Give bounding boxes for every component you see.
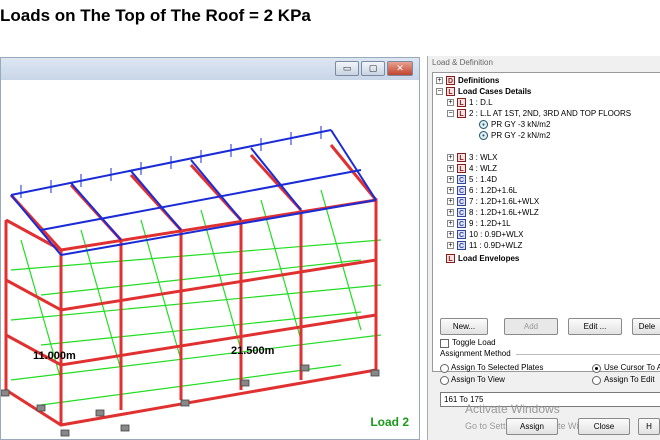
structure-model-drawing <box>1 126 382 437</box>
tree-combination[interactable]: + C 11 : 0.9D+WLZ <box>447 240 522 251</box>
tree-case[interactable]: + L 3 : WLX <box>447 152 497 163</box>
use-cursor-label: Use Cursor To A <box>604 363 660 372</box>
page-title: Loads on The Top of The Roof = 2 KPa <box>0 6 311 25</box>
tree-label: 5 : 1.4D <box>469 175 498 184</box>
load-definition-panel: Load & Definition + D Definitions − L Lo… <box>427 56 660 440</box>
assignment-method-label: Assignment Method <box>440 349 511 358</box>
tree-load-cases-details[interactable]: − L Load Cases Details <box>436 86 531 97</box>
tree-label: 1 : D.L <box>469 98 493 107</box>
close-panel-button[interactable]: Close <box>578 418 630 435</box>
minimize-button[interactable]: ▭ <box>335 61 359 76</box>
toggle-load-label: Toggle Load <box>452 338 496 347</box>
tree-combination[interactable]: + C 7 : 1.2D+1.6L+WLX <box>447 196 539 207</box>
tree-load-item[interactable]: • PR GY -3 kN/m2 <box>479 119 550 130</box>
tree-label: 9 : 1.2D+1L <box>469 219 511 228</box>
combination-icon: C <box>457 219 466 228</box>
tree-label: 2 : L.L AT 1ST, 2ND, 3RD AND TOP FLOORS <box>469 109 632 118</box>
definitions-icon: D <box>446 76 455 85</box>
pressure-load-icon: • <box>479 120 488 129</box>
close-button[interactable]: ✕ <box>387 61 413 76</box>
load-case-icon: L <box>457 153 466 162</box>
help-button[interactable]: H <box>638 418 660 435</box>
tree-combination[interactable]: + C 6 : 1.2D+1.6L <box>447 185 517 196</box>
tree-label: 8 : 1.2D+1.6L+WLZ <box>469 208 539 217</box>
tree-combination[interactable]: + C 10 : 0.9D+WLX <box>447 229 523 240</box>
combination-icon: C <box>457 175 466 184</box>
expand-icon[interactable]: + <box>436 77 443 84</box>
tree-case[interactable]: + L 1 : D.L <box>447 97 493 108</box>
combination-icon: C <box>457 186 466 195</box>
expand-icon[interactable]: + <box>447 99 454 106</box>
tree-label: 4 : WLZ <box>469 164 498 173</box>
tree-label: 11 : 0.9D+WLZ <box>469 241 523 250</box>
combination-icon: C <box>457 230 466 239</box>
expand-icon[interactable]: + <box>447 154 454 161</box>
supports <box>1 364 380 437</box>
group-divider <box>516 354 660 355</box>
delete-button[interactable]: Dele <box>632 318 660 335</box>
expand-icon[interactable]: + <box>447 198 454 205</box>
expand-icon[interactable]: + <box>447 187 454 194</box>
expand-icon[interactable]: + <box>447 176 454 183</box>
panel-title: Load & Definition <box>432 58 493 67</box>
active-load-label: Load 2 <box>370 415 409 429</box>
tree-combination[interactable]: + C 5 : 1.4D <box>447 174 497 185</box>
collapse-icon[interactable]: − <box>447 110 454 117</box>
tree-label: PR GY -3 kN/m2 <box>491 120 551 129</box>
dimension-length-label: 21.500m <box>231 345 275 357</box>
model-canvas[interactable]: 11.000m 21.500m Load 2 <box>1 80 419 439</box>
add-button[interactable]: Add <box>504 318 558 335</box>
new-button[interactable]: New... <box>440 318 488 335</box>
restore-button[interactable]: ▢ <box>361 61 385 76</box>
tree-case[interactable]: − L 2 : L.L AT 1ST, 2ND, 3RD AND TOP FLO… <box>447 108 631 119</box>
load-cases-icon: L <box>446 87 455 96</box>
assign-to-edit-label: Assign To Edit <box>604 375 655 384</box>
load-case-icon: L <box>457 98 466 107</box>
viewport-titlebar: ▭ ▢ ✕ <box>1 58 419 80</box>
envelope-icon: L <box>446 254 455 263</box>
tree-combination[interactable]: + C 9 : 1.2D+1L <box>447 218 511 229</box>
tree-label: Definitions <box>458 76 500 85</box>
frame-members <box>4 144 378 427</box>
assign-selected-plates-radio[interactable] <box>440 364 449 373</box>
assign-selected-plates-label: Assign To Selected Plates <box>451 363 544 372</box>
tree-label: 6 : 1.2D+1.6L <box>469 186 518 195</box>
tree-label: 10 : 0.9D+WLX <box>469 230 524 239</box>
load-case-icon: L <box>457 164 466 173</box>
use-cursor-radio[interactable] <box>592 364 601 373</box>
window-controls: ▭ ▢ ✕ <box>335 61 413 76</box>
tree-label: PR GY -2 kN/m2 <box>491 131 551 140</box>
tree-label: Load Envelopes <box>458 254 520 263</box>
tree-load-envelopes[interactable]: L Load Envelopes <box>446 253 519 264</box>
expand-icon[interactable]: + <box>447 209 454 216</box>
load-case-icon: L <box>457 109 466 118</box>
floor-load-arrows <box>10 189 382 406</box>
structure-viewport[interactable]: ▭ ▢ ✕ 11.000m 21.500m Load 2 <box>0 57 420 440</box>
expand-icon[interactable]: + <box>447 165 454 172</box>
toggle-load-checkbox[interactable] <box>440 339 449 348</box>
combination-icon: C <box>457 208 466 217</box>
tree-case[interactable]: + L 4 : WLZ <box>447 163 497 174</box>
expand-icon[interactable]: + <box>447 242 454 249</box>
expand-icon[interactable]: + <box>447 231 454 238</box>
tree-label: 3 : WLX <box>469 153 498 162</box>
assign-to-view-radio[interactable] <box>440 376 449 385</box>
pressure-load-icon: • <box>479 131 488 140</box>
tree-label: 7 : 1.2D+1.6L+WLX <box>469 197 540 206</box>
collapse-icon[interactable]: − <box>436 88 443 95</box>
roof-load-strokes <box>20 126 322 198</box>
activation-watermark: Activate Windows <box>465 402 560 416</box>
expand-icon[interactable]: + <box>447 220 454 227</box>
combination-icon: C <box>457 197 466 206</box>
combination-icon: C <box>457 241 466 250</box>
tree-label: Load Cases Details <box>458 87 532 96</box>
tree-definitions[interactable]: + D Definitions <box>436 75 499 86</box>
tree-load-item[interactable]: • PR GY -2 kN/m2 <box>479 130 550 141</box>
assign-to-edit-radio[interactable] <box>592 376 601 385</box>
tree-combination[interactable]: + C 8 : 1.2D+1.6L+WLZ <box>447 207 539 218</box>
edit-button[interactable]: Edit ... <box>568 318 622 335</box>
assign-button[interactable]: Assign <box>506 418 558 435</box>
assign-to-view-label: Assign To View <box>451 375 505 384</box>
dimension-width-label: 11.000m <box>33 350 76 362</box>
